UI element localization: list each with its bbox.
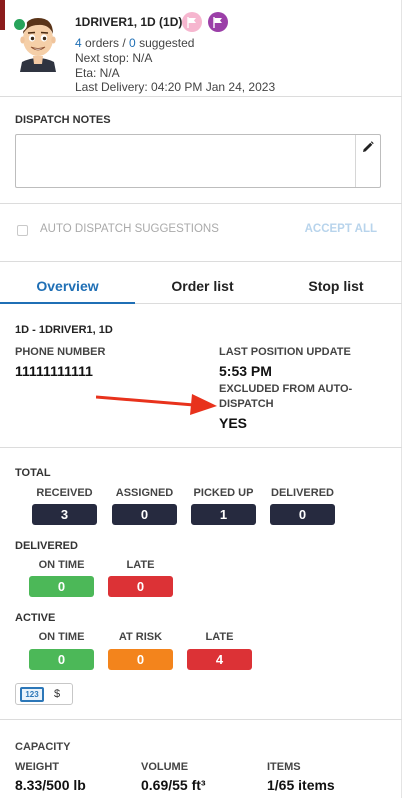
accept-all-button[interactable]: ACCEPT ALL [305, 223, 377, 235]
delivered-label: DELIVERED [15, 540, 78, 552]
delivered-total-count[interactable]: 0 [270, 504, 335, 525]
orders-count-link[interactable]: 4 [75, 36, 82, 50]
tab-overview[interactable]: Overview [0, 278, 135, 294]
auto-dispatch-label: AUTO DISPATCH SUGGESTIONS [40, 223, 219, 235]
driver-next-stop: Next stop: N/A [75, 51, 153, 65]
picked-up-label: PICKED UP [193, 487, 254, 499]
driver-header: 1DRIVER1, 1D (1D) 4 orders / 0 suggested… [0, 0, 402, 96]
dispatch-notes-textarea[interactable] [15, 134, 381, 188]
divider [0, 203, 402, 204]
delivered-late-label: LATE [126, 559, 155, 571]
volume-value: 0.69/55 ft³ [141, 777, 206, 793]
items-label: ITEMS [267, 761, 301, 773]
delivered-on-time-label: ON TIME [38, 559, 85, 571]
dispatch-notes-label: DISPATCH NOTES [15, 114, 111, 126]
weight-value: 8.33/500 lb [15, 777, 86, 793]
divider [0, 447, 402, 448]
phone-number-label: PHONE NUMBER [15, 346, 106, 358]
currency-units-icon[interactable]: $ [54, 688, 60, 700]
active-label: ACTIVE [15, 612, 56, 624]
suggested-text: suggested [135, 36, 195, 50]
divider [0, 261, 402, 262]
received-count[interactable]: 3 [32, 504, 97, 525]
annotation-arrow-icon [96, 394, 217, 415]
flag-purple-icon[interactable] [208, 12, 228, 32]
driver-name: 1DRIVER1, 1D (1D) [75, 15, 183, 29]
driver-color-accent [0, 0, 5, 30]
delivered-on-time-count[interactable]: 0 [29, 576, 94, 597]
driver-code-title: 1D - 1DRIVER1, 1D [15, 324, 113, 336]
delivered-total-label: DELIVERED [271, 487, 334, 499]
orders-text: orders / [81, 36, 130, 50]
last-position-label: LAST POSITION UPDATE [219, 346, 351, 358]
received-label: RECEIVED [36, 487, 93, 499]
suggested-count-link[interactable]: 0 [129, 36, 136, 50]
auto-dispatch-checkbox[interactable] [17, 225, 28, 236]
active-late-count[interactable]: 4 [187, 649, 252, 670]
active-at-risk-count[interactable]: 0 [108, 649, 173, 670]
excluded-value: YES [219, 415, 248, 431]
phone-number-value: 11111111111 [15, 363, 93, 379]
active-tab-indicator [0, 302, 135, 304]
total-label: TOTAL [15, 467, 51, 479]
pencil-icon[interactable] [355, 135, 380, 187]
assigned-count[interactable]: 0 [112, 504, 177, 525]
weight-label: WEIGHT [15, 761, 59, 773]
excluded-label-line-1: EXCLUDED FROM AUTO- [219, 383, 353, 395]
assigned-label: ASSIGNED [115, 487, 174, 499]
driver-eta: Eta: N/A [75, 66, 120, 80]
numeric-units-icon[interactable]: 123 [20, 687, 44, 702]
driver-order-summary: 4 orders / 0 suggested [75, 36, 194, 50]
active-on-time-count[interactable]: 0 [29, 649, 94, 670]
tab-stop-list[interactable]: Stop list [270, 278, 402, 294]
flag-pink-icon[interactable] [182, 12, 202, 32]
divider [0, 719, 402, 720]
delivered-late-count[interactable]: 0 [108, 576, 173, 597]
items-value: 1/65 items [267, 777, 335, 793]
last-position-value: 5:53 PM [219, 363, 272, 379]
picked-up-count[interactable]: 1 [191, 504, 256, 525]
active-late-label: LATE [205, 631, 234, 643]
active-at-risk-label: AT RISK [118, 631, 163, 643]
capacity-label: CAPACITY [15, 741, 71, 753]
active-on-time-label: ON TIME [38, 631, 85, 643]
volume-label: VOLUME [141, 761, 189, 773]
driver-last-delivery: Last Delivery: 04:20 PM Jan 24, 2023 [75, 80, 276, 94]
divider [0, 96, 402, 97]
driver-detail-panel: 1DRIVER1, 1D (1D) 4 orders / 0 suggested… [0, 0, 402, 798]
units-toggle[interactable]: 123 $ [15, 683, 73, 705]
driver-status-indicator [12, 17, 27, 32]
tab-order-list[interactable]: Order list [135, 278, 270, 294]
excluded-label-line-2: DISPATCH [219, 398, 274, 410]
